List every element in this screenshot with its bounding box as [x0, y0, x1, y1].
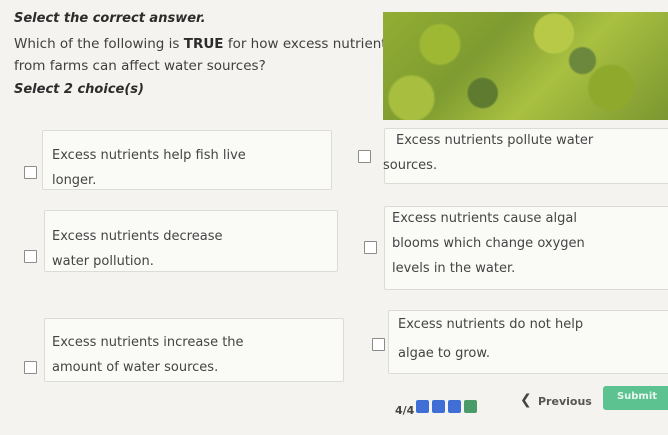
submit-button[interactable]: Submit	[603, 386, 668, 410]
option-text-6: Excess nutrients do not help algae to gr…	[398, 312, 583, 366]
option-4-line-3: levels in the water.	[392, 261, 516, 276]
option-text-1: Excess nutrients help fish live longer.	[52, 143, 246, 193]
option-5-line-2: amount of water sources.	[52, 360, 219, 375]
option-checkbox-4[interactable]	[364, 241, 377, 254]
option-4-line-1: Excess nutrients cause algal	[392, 211, 577, 226]
option-checkbox-2[interactable]	[358, 150, 371, 163]
option-3-line-2: water pollution.	[52, 254, 154, 269]
option-checkbox-5[interactable]	[24, 361, 37, 374]
option-4-line-2: blooms which change oxygen	[392, 236, 585, 251]
previous-label: Previous	[538, 395, 592, 408]
select-count-label: Select 2 choice(s)	[14, 82, 144, 97]
progress-square-1[interactable]	[416, 400, 429, 413]
progress-square-4[interactable]	[464, 400, 477, 413]
question-text: Which of the following is TRUE for how e…	[14, 33, 394, 77]
question-emphasis: TRUE	[183, 36, 224, 52]
option-text-3: Excess nutrients decrease water pollutio…	[52, 224, 222, 274]
option-6-line-2: algae to grow.	[398, 346, 490, 361]
option-text-2: Excess nutrients pollute water sources.	[383, 128, 593, 178]
option-text-5: Excess nutrients increase the amount of …	[52, 330, 244, 380]
previous-button[interactable]: ❮ Previous	[518, 392, 592, 412]
option-5-line-1: Excess nutrients increase the	[52, 335, 244, 350]
option-2-line-1: Excess nutrients pollute water	[396, 133, 594, 148]
option-checkbox-6[interactable]	[372, 338, 385, 351]
progress-text: 4/4	[395, 404, 415, 417]
chevron-left-icon: ❮	[520, 392, 532, 408]
question-prefix: Which of the following is	[14, 36, 184, 52]
option-1-line-2: longer.	[52, 173, 97, 188]
progress-square-2[interactable]	[432, 400, 445, 413]
option-3-line-1: Excess nutrients decrease	[52, 229, 223, 244]
option-1-line-1: Excess nutrients help fish live	[52, 148, 246, 163]
instruction-title: Select the correct answer.	[14, 11, 206, 26]
option-checkbox-3[interactable]	[24, 250, 37, 263]
algae-image	[383, 12, 668, 120]
progress-square-3[interactable]	[448, 400, 461, 413]
option-6-line-1: Excess nutrients do not help	[398, 317, 584, 332]
option-checkbox-1[interactable]	[24, 166, 37, 179]
option-text-4: Excess nutrients cause algal blooms whic…	[392, 206, 585, 281]
option-2-line-2: sources.	[383, 158, 438, 173]
